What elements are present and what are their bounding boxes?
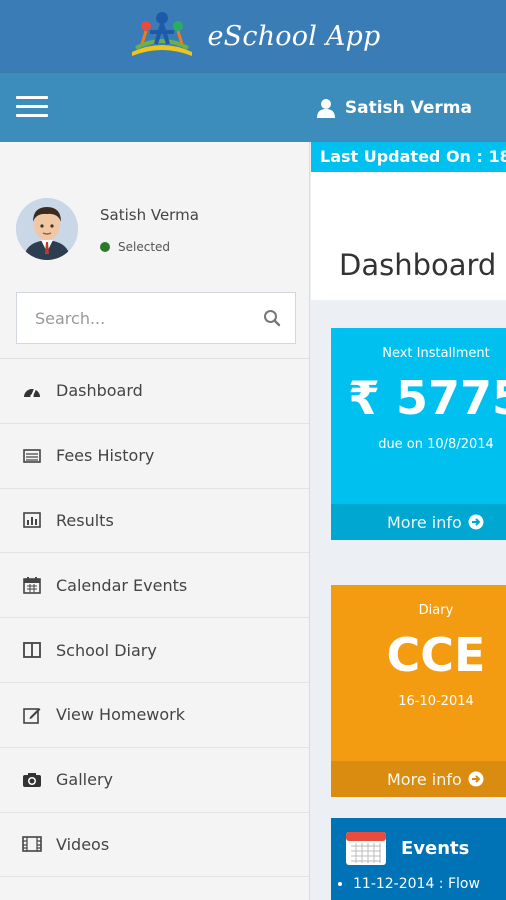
- sidebar-item-fees-history[interactable]: Fees History: [0, 424, 309, 489]
- sidebar-item-view-homework[interactable]: View Homework: [0, 683, 309, 748]
- events-list: 11-12-2014 : Flow: [353, 876, 506, 892]
- results-chart-icon: [22, 510, 42, 530]
- sidebar: Satish Verma Selected Dashboard Fees His…: [0, 142, 310, 900]
- user-icon: [316, 99, 335, 118]
- diary-label: Diary: [418, 603, 454, 618]
- fees-history-icon: [22, 446, 42, 466]
- installment-box-inner: Next Installment ₹ 5775 due on 10/8/2014: [331, 346, 506, 452]
- sidebar-item-label: Videos: [56, 834, 110, 854]
- diary-more-info-link[interactable]: More info: [331, 761, 506, 797]
- sidebar-item-dashboard[interactable]: Dashboard: [0, 359, 309, 424]
- user-panel: Satish Verma Selected: [0, 142, 309, 290]
- calendar-icon: [22, 575, 42, 595]
- last-updated-banner: Last Updated On : 18: [311, 142, 506, 172]
- arrow-circle-right-icon: [468, 771, 484, 787]
- installment-more-info-link[interactable]: More info: [331, 504, 506, 540]
- top-navbar: Satish Verma: [0, 72, 506, 142]
- camera-icon: [22, 770, 42, 790]
- avatar: [16, 198, 78, 260]
- events-header: Events: [331, 818, 506, 866]
- installment-due: due on 10/8/2014: [378, 437, 494, 452]
- sidebar-item-label: Results: [56, 510, 114, 530]
- diary-box-inner: Diary CCE 16-10-2014: [331, 603, 506, 709]
- film-icon: [22, 834, 42, 854]
- events-title: Events: [401, 837, 470, 859]
- installment-label: Next Installment: [382, 346, 490, 361]
- book-icon: [22, 640, 42, 660]
- sidebar-user-name: Satish Verma: [100, 206, 199, 224]
- more-info-label: More info: [387, 512, 462, 532]
- diary-value: CCE: [386, 628, 486, 682]
- sidebar-item-label: Gallery: [56, 770, 113, 790]
- arrow-circle-right-icon: [468, 514, 484, 530]
- diary-date: 16-10-2014: [398, 694, 474, 709]
- sidebar-item-gallery[interactable]: Gallery: [0, 748, 309, 813]
- page-title: Dashboard: [339, 248, 497, 282]
- sidebar-item-label: View Homework: [56, 705, 186, 725]
- events-box: Events 11-12-2014 : Flow: [331, 818, 506, 900]
- sidebar-item-label: Fees History: [56, 446, 155, 466]
- installment-amount: ₹ 5775: [347, 371, 506, 425]
- calendar-icon: [346, 832, 386, 865]
- sidebar-item-label: Calendar Events: [56, 575, 188, 595]
- app-logo: [126, 8, 198, 64]
- menu-toggle-icon[interactable]: [16, 96, 48, 120]
- sidebar-item-label: School Diary: [56, 640, 157, 660]
- more-info-label: More info: [387, 769, 462, 789]
- edit-icon: [22, 705, 42, 725]
- diary-box: Diary CCE 16-10-2014 More info: [331, 585, 506, 797]
- app-title: eSchool App: [207, 20, 381, 52]
- sidebar-item-videos[interactable]: Videos: [0, 813, 309, 878]
- user-status: Selected: [100, 240, 170, 254]
- navbar-user-name: Satish Verma: [344, 98, 472, 118]
- sidebar-menu: Dashboard Fees History Results Calendar …: [0, 358, 309, 878]
- main-content: Last Updated On : 18 Dashboard Next Inst…: [311, 142, 506, 900]
- search-input[interactable]: [35, 308, 263, 328]
- sidebar-item-school-diary[interactable]: School Diary: [0, 618, 309, 683]
- sidebar-item-label: Dashboard: [56, 381, 143, 401]
- search-icon[interactable]: [263, 309, 281, 327]
- app-header: eSchool App: [0, 0, 506, 72]
- installment-box: Next Installment ₹ 5775 due on 10/8/2014…: [331, 328, 506, 540]
- user-menu[interactable]: Satish Verma: [316, 73, 472, 143]
- status-dot-icon: [100, 242, 110, 252]
- sidebar-search: [16, 292, 296, 344]
- sidebar-item-results[interactable]: Results: [0, 489, 309, 554]
- sidebar-item-calendar-events[interactable]: Calendar Events: [0, 553, 309, 619]
- list-item[interactable]: 11-12-2014 : Flow: [353, 876, 506, 892]
- user-status-label: Selected: [118, 240, 171, 254]
- dashboard-icon: [22, 381, 42, 401]
